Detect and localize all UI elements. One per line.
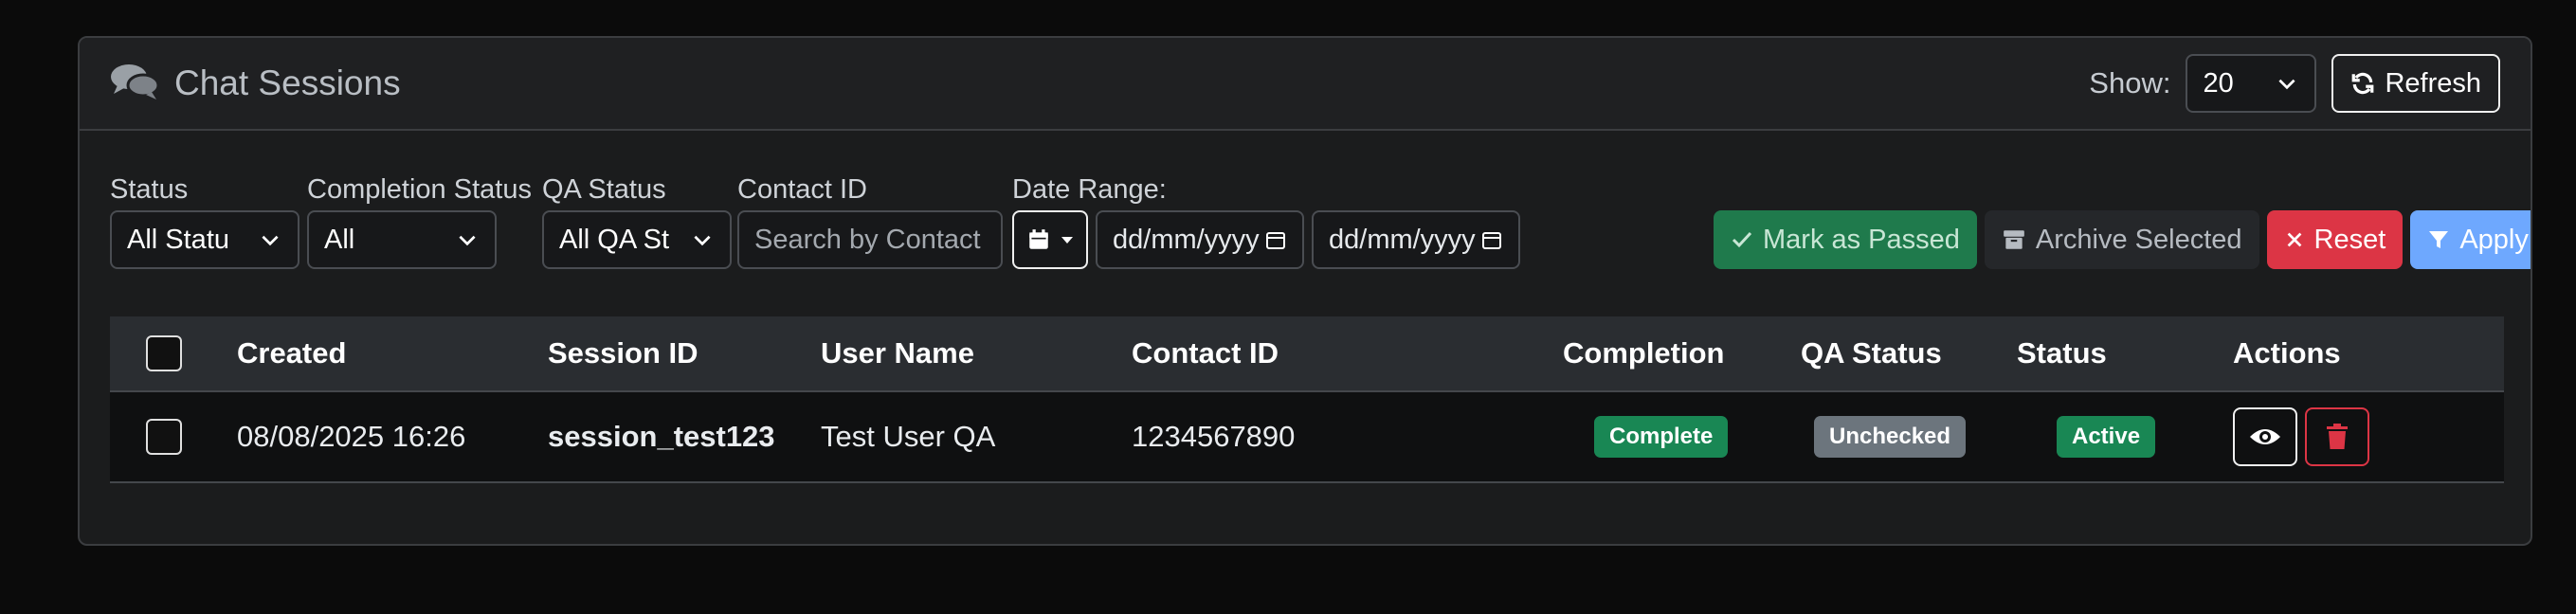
col-qa-status[interactable]: QA Status xyxy=(1801,316,1942,390)
col-completion[interactable]: Completion xyxy=(1563,316,1725,390)
page-size-value: 20 xyxy=(2203,67,2234,99)
qa-status-badge: Unchecked xyxy=(1814,416,1967,458)
cell-completion: Complete xyxy=(1594,392,1729,481)
date-to-placeholder: dd/mm/yyyy xyxy=(1329,224,1476,255)
calendar-icon xyxy=(1482,232,1501,249)
table-header: Created Session ID User Name Contact ID … xyxy=(110,316,2504,392)
status-badge: Active xyxy=(2057,416,2156,458)
cell-created: 08/08/2025 16:26 xyxy=(237,420,466,453)
mark-as-passed-button[interactable]: Mark as Passed xyxy=(1714,210,1977,269)
caret-down-icon xyxy=(1061,237,1073,244)
sessions-table: Created Session ID User Name Contact ID … xyxy=(110,316,2504,483)
col-user-name[interactable]: User Name xyxy=(821,316,974,390)
close-icon xyxy=(2287,232,2301,247)
completion-filter-label: Completion Status xyxy=(307,174,532,205)
col-actions: Actions xyxy=(2233,336,2341,370)
reset-button[interactable]: Reset xyxy=(2266,210,2404,269)
qa-status-select[interactable]: All QA St xyxy=(542,210,732,269)
date-from-placeholder: dd/mm/yyyy xyxy=(1113,224,1260,255)
chevron-down-icon xyxy=(262,235,279,246)
contact-search-input[interactable]: Search by Contact xyxy=(737,210,1003,269)
trash-icon xyxy=(2327,424,2348,449)
show-label: Show: xyxy=(2089,66,2171,99)
contact-search-placeholder: Search by Contact xyxy=(754,224,981,255)
qa-status-filter-label: QA Status xyxy=(542,174,666,205)
table-row[interactable]: 08/08/2025 16:26 session_test123 Test Us… xyxy=(110,392,2504,483)
chevron-down-icon xyxy=(459,235,476,246)
select-all-checkbox[interactable] xyxy=(146,335,182,371)
page-title: Chat Sessions xyxy=(174,63,401,102)
completion-badge: Complete xyxy=(1594,416,1729,458)
cell-contact-id: 1234567890 xyxy=(1132,420,1296,453)
cell-actions xyxy=(2233,392,2369,481)
filters-bar: Status All Statu Completion Status All Q… xyxy=(110,169,2531,273)
col-contact-id[interactable]: Contact ID xyxy=(1132,316,1279,390)
date-preset-button[interactable] xyxy=(1012,210,1088,269)
reset-label: Reset xyxy=(2313,224,2386,255)
col-session-id[interactable]: Session ID xyxy=(548,316,698,390)
archive-selected-label: Archive Selected xyxy=(2035,224,2242,255)
filter-icon xyxy=(2429,231,2449,248)
archive-icon xyxy=(2004,230,2024,249)
cell-session-id: session_test123 xyxy=(548,420,775,453)
status-select[interactable]: All Statu xyxy=(110,210,299,269)
date-range-filter: Date Range: dd/mm/yyyy dd/mm/yyyy xyxy=(1012,169,1520,269)
contact-filter-label: Contact ID xyxy=(737,174,867,205)
select-all-cell xyxy=(146,316,182,390)
refresh-label: Refresh xyxy=(2385,67,2481,99)
page-size-select[interactable]: 20 xyxy=(2186,54,2317,113)
row-select-cell xyxy=(146,392,182,481)
qa-status-filter: QA Status All QA St xyxy=(542,169,732,269)
date-range-label: Date Range: xyxy=(1012,174,1167,205)
apply-button[interactable]: Apply xyxy=(2410,210,2531,269)
comments-icon xyxy=(110,63,160,105)
date-from-input[interactable]: dd/mm/yyyy xyxy=(1096,210,1304,269)
completion-select[interactable]: All xyxy=(307,210,497,269)
col-created[interactable]: Created xyxy=(237,316,346,390)
delete-button[interactable] xyxy=(2305,407,2369,466)
filter-actions: Mark as Passed Archive Selected Reset Ap… xyxy=(1714,210,2531,269)
refresh-icon xyxy=(2352,72,2374,95)
chevron-down-icon xyxy=(2278,79,2295,90)
archive-selected-button[interactable]: Archive Selected xyxy=(1984,210,2259,269)
completion-select-value: All xyxy=(324,224,355,255)
chevron-down-icon xyxy=(694,235,711,246)
qa-status-select-value: All QA St xyxy=(559,224,670,255)
check-icon xyxy=(1732,231,1752,248)
cell-status: Active xyxy=(2057,392,2156,481)
header-controls: Show: 20 Refresh xyxy=(2089,54,2500,113)
status-filter: Status All Statu xyxy=(110,169,299,269)
title-wrap: Chat Sessions xyxy=(110,63,401,105)
contact-filter: Contact ID Search by Contact xyxy=(737,169,1003,269)
eye-icon xyxy=(2250,429,2280,444)
row-checkbox[interactable] xyxy=(146,419,182,455)
calendar-icon xyxy=(1029,229,1048,249)
status-select-value: All Statu xyxy=(127,224,229,255)
date-to-input[interactable]: dd/mm/yyyy xyxy=(1312,210,1520,269)
chat-sessions-card: Chat Sessions Show: 20 Refresh Status Al… xyxy=(78,36,2532,546)
card-header: Chat Sessions Show: 20 Refresh xyxy=(80,38,2531,131)
cell-qa-status: Unchecked xyxy=(1814,392,1967,481)
view-button[interactable] xyxy=(2233,407,2297,466)
col-status[interactable]: Status xyxy=(2017,316,2107,390)
cell-user-name: Test User QA xyxy=(821,420,996,453)
completion-filter: Completion Status All xyxy=(307,169,532,269)
status-filter-label: Status xyxy=(110,174,189,205)
mark-as-passed-label: Mark as Passed xyxy=(1763,224,1960,255)
refresh-button[interactable]: Refresh xyxy=(2331,54,2500,113)
apply-label: Apply xyxy=(2459,224,2529,255)
calendar-icon xyxy=(1266,232,1285,249)
